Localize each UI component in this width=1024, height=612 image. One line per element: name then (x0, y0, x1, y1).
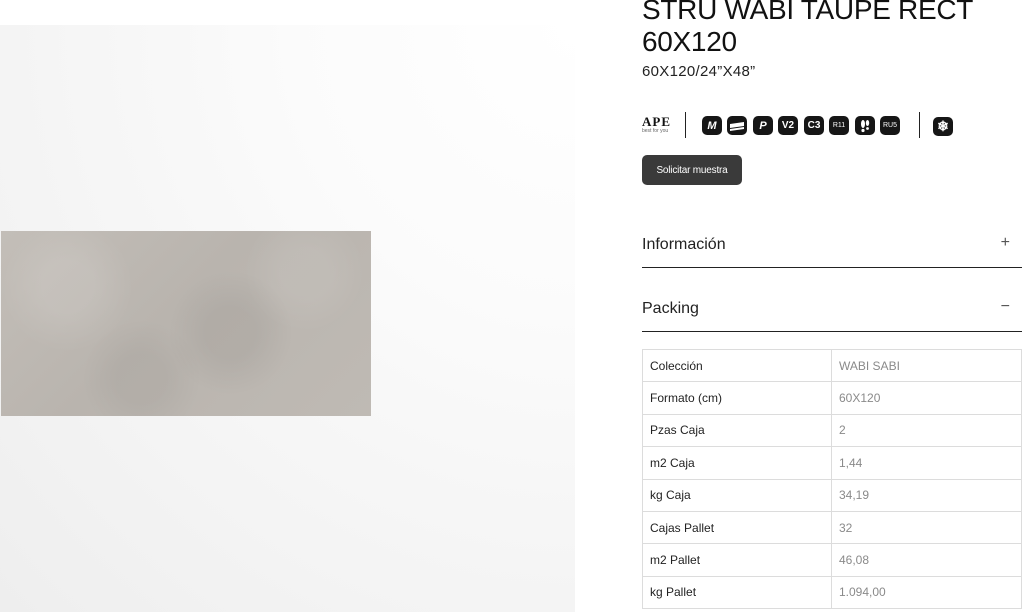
accordion-label: Packing (642, 300, 699, 317)
divider (685, 112, 686, 138)
request-sample-button[interactable]: Solicitar muestra (642, 155, 742, 185)
p-badge-icon: P (753, 116, 773, 135)
spec-key: Pzas Caja (642, 413, 832, 448)
spec-key: Colección (642, 348, 832, 383)
spec-key: Formato (cm) (642, 381, 832, 415)
product-gallery (0, 25, 575, 612)
spec-value: 46,08 (831, 543, 1022, 577)
r11-badge-icon: R11 (829, 116, 849, 135)
table-row: Colección WABI SABI (642, 348, 1022, 383)
spec-key: kg Caja (642, 478, 832, 512)
spec-value: 60X120 (831, 381, 1022, 415)
spec-key: kg Pallet (642, 575, 832, 610)
minus-icon: − (1000, 298, 1010, 315)
spec-value: WABI SABI (831, 348, 1022, 383)
accordion-informacion[interactable]: Información + (642, 228, 1022, 268)
table-row: Formato (cm) 60X120 (642, 381, 1022, 415)
spec-key: Cajas Pallet (642, 510, 832, 545)
table-row: m2 Caja 1,44 (642, 446, 1022, 480)
spec-value: 32 (831, 510, 1022, 545)
spec-value: 1,44 (831, 446, 1022, 480)
spec-value: 34,19 (831, 478, 1022, 512)
plus-icon: + (1000, 234, 1010, 251)
spec-value: 1.094,00 (831, 575, 1022, 610)
table-row: kg Caja 34,19 (642, 478, 1022, 512)
accordion-packing[interactable]: Packing − (642, 292, 1022, 332)
product-size: 60X120/24”X48” (642, 63, 756, 80)
product-title: STRU WABI TAUPE RECT 60X120 (642, 0, 973, 57)
footprint-badge-icon (855, 116, 875, 135)
ape-logo: APE best for you (642, 114, 671, 134)
feature-badges: APE best for you M P V2 C3 R11 RU5 ❄ (642, 112, 972, 138)
ru5-badge-icon: RU5 (880, 116, 900, 135)
spec-key: m2 Pallet (642, 543, 832, 577)
table-row: kg Pallet 1.094,00 (642, 575, 1022, 610)
v2-badge-icon: V2 (778, 116, 798, 135)
table-row: m2 Pallet 46,08 (642, 543, 1022, 577)
thickness-badge-icon (727, 116, 747, 135)
packing-table: Colección WABI SABI Formato (cm) 60X120 … (642, 348, 1022, 610)
spec-value: 2 (831, 413, 1022, 448)
table-row: Cajas Pallet 32 (642, 510, 1022, 545)
m-badge-icon: M (702, 116, 722, 135)
c3-badge-icon: C3 (804, 116, 824, 135)
accordion-label: Información (642, 236, 726, 253)
spec-key: m2 Caja (642, 446, 832, 480)
table-row: Pzas Caja 2 (642, 413, 1022, 448)
frost-badge-icon: ❄ (933, 117, 953, 136)
product-tile-image[interactable] (1, 231, 371, 416)
divider (919, 112, 920, 138)
